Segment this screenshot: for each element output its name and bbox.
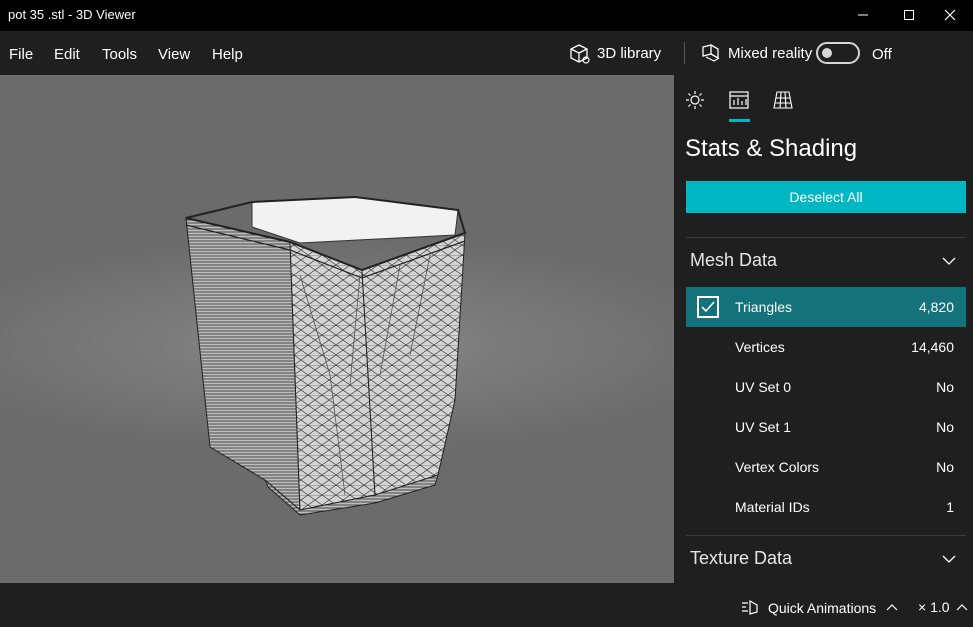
- window-title: pot 35 .stl - 3D Viewer: [8, 7, 136, 22]
- mesh-row-vertex-colors[interactable]: Vertex Colors No: [686, 447, 966, 487]
- row-label: UV Set 1: [735, 419, 792, 435]
- toggle-knob: [822, 48, 832, 58]
- chevron-up-icon: [956, 604, 968, 611]
- row-value: No: [936, 419, 954, 435]
- cube-icon: [570, 44, 590, 64]
- menu-edit[interactable]: Edit: [54, 46, 80, 63]
- mixed-reality-toggle[interactable]: [816, 42, 860, 64]
- animation-speed-button[interactable]: × 1.0: [918, 599, 968, 615]
- speed-value: × 1.0: [918, 599, 950, 615]
- mesh-row-vertices[interactable]: Vertices 14,460: [686, 327, 966, 367]
- menu-file[interactable]: File: [9, 46, 33, 63]
- 3d-library-label: 3D library: [597, 45, 662, 62]
- menu-view[interactable]: View: [158, 46, 190, 63]
- row-label: UV Set 0: [735, 379, 792, 395]
- 3d-viewport[interactable]: [0, 75, 674, 583]
- row-value: 14,460: [911, 339, 954, 355]
- mesh-data-header[interactable]: Mesh Data: [686, 246, 966, 276]
- texture-data-label: Texture Data: [690, 548, 793, 568]
- checkmark-icon: [701, 301, 715, 313]
- section-divider: [686, 237, 966, 238]
- active-tab-indicator: [729, 119, 750, 122]
- maximize-icon: [904, 10, 914, 20]
- toolbar-divider: [684, 42, 685, 64]
- close-icon: [944, 9, 956, 21]
- mixed-reality-icon: [702, 44, 720, 62]
- mesh-data-label: Mesh Data: [690, 250, 778, 270]
- tab-stats[interactable]: [728, 89, 752, 111]
- pot-model: [185, 195, 467, 516]
- menu-help[interactable]: Help: [212, 46, 243, 63]
- mixed-reality-label: Mixed reality: [728, 45, 813, 62]
- section-divider: [686, 535, 966, 536]
- tab-lighting[interactable]: [684, 89, 708, 111]
- minimize-button[interactable]: [840, 0, 886, 31]
- row-label: Material IDs: [735, 499, 810, 515]
- texture-data-header[interactable]: Texture Data: [686, 544, 966, 574]
- chevron-down-icon: [942, 257, 956, 265]
- mesh-row-uv-set-1[interactable]: UV Set 1 No: [686, 407, 966, 447]
- close-button[interactable]: [927, 0, 973, 31]
- chevron-down-icon: [942, 555, 956, 563]
- row-value: 4,820: [918, 299, 954, 315]
- sun-icon: [686, 91, 704, 109]
- row-value: No: [936, 459, 954, 475]
- status-bar: Quick Animations × 1.0: [0, 583, 973, 627]
- animation-icon: [742, 599, 758, 615]
- mesh-row-material-ids[interactable]: Material IDs 1: [686, 487, 966, 527]
- mesh-row-uv-set-0[interactable]: UV Set 0 No: [686, 367, 966, 407]
- quick-animations-label: Quick Animations: [768, 600, 877, 616]
- menu-bar: File Edit Tools View Help 3D library Mix…: [0, 31, 973, 75]
- menu-tools[interactable]: Tools: [102, 46, 137, 63]
- triangles-checkbox[interactable]: [697, 296, 719, 318]
- toggle-state-label: Off: [872, 46, 892, 63]
- chevron-up-icon: [886, 604, 898, 611]
- row-label: Triangles: [735, 299, 793, 315]
- row-label: Vertices: [735, 339, 785, 355]
- maximize-button[interactable]: [886, 0, 932, 31]
- title-bar: pot 35 .stl - 3D Viewer: [0, 0, 973, 31]
- panel-title: Stats & Shading: [685, 135, 858, 162]
- row-value: No: [936, 379, 954, 395]
- mesh-row-triangles[interactable]: Triangles 4,820: [686, 287, 966, 327]
- stats-panel: Stats & Shading Deselect All Mesh Data T…: [674, 75, 973, 583]
- row-label: Vertex Colors: [735, 459, 820, 475]
- grid-icon: [773, 91, 793, 109]
- stats-icon: [729, 91, 749, 109]
- row-value: 1: [946, 499, 954, 515]
- tab-grid[interactable]: [772, 89, 796, 111]
- minimize-icon: [858, 14, 868, 16]
- deselect-all-button[interactable]: Deselect All: [686, 181, 966, 213]
